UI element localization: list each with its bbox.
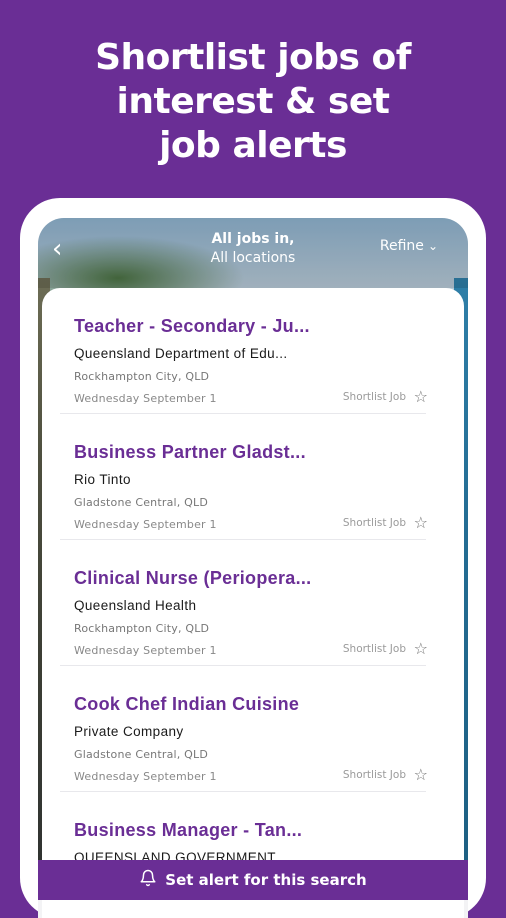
job-item[interactable]: Cook Chef Indian Cuisine Private Company…: [42, 666, 464, 792]
star-icon[interactable]: ☆: [414, 513, 428, 532]
refine-button[interactable]: Refine ⌄: [380, 238, 438, 254]
job-item[interactable]: Clinical Nurse (Periopera... Queensland …: [42, 540, 464, 666]
job-date: Wednesday September 1: [74, 770, 217, 783]
bell-icon: [139, 869, 157, 891]
shortlist-label[interactable]: Shortlist Job: [343, 769, 406, 781]
job-title[interactable]: Business Manager - Tan...: [74, 820, 434, 841]
headline-line-1: Shortlist jobs of: [95, 37, 411, 78]
shortlist-label[interactable]: Shortlist Job: [343, 517, 406, 529]
job-company: Rio Tinto: [74, 472, 131, 487]
star-icon[interactable]: ☆: [414, 765, 428, 784]
title-line-2: All locations: [210, 250, 296, 266]
job-title[interactable]: Clinical Nurse (Periopera...: [74, 568, 434, 589]
app-screen: ‹ All jobs in, All locations Refine ⌄ Tea…: [38, 218, 468, 918]
search-title: All jobs in, All locations: [178, 230, 328, 268]
headline-line-2: interest & set: [116, 81, 390, 122]
shortlist-label[interactable]: Shortlist Job: [343, 643, 406, 655]
set-alert-label: Set alert for this search: [165, 871, 367, 889]
star-icon[interactable]: ☆: [414, 639, 428, 658]
refine-label: Refine: [379, 238, 424, 254]
job-date: Wednesday September 1: [74, 644, 217, 657]
promo-headline: Shortlist jobs of interest & set job ale…: [0, 36, 506, 168]
job-item[interactable]: Teacher - Secondary - Ju... Queensland D…: [42, 288, 464, 414]
job-company: Queensland Health: [74, 598, 197, 613]
chevron-left-icon: ‹: [52, 234, 63, 264]
job-title[interactable]: Cook Chef Indian Cuisine: [74, 694, 434, 715]
job-item[interactable]: Business Partner Gladst... Rio Tinto Gla…: [42, 414, 464, 540]
job-list: Teacher - Secondary - Ju... Queensland D…: [42, 288, 464, 918]
job-company: Private Company: [74, 724, 184, 739]
back-button[interactable]: ‹: [52, 236, 62, 262]
job-location: Gladstone Central, QLD: [74, 748, 209, 761]
title-line-1: All jobs in,: [211, 231, 295, 247]
job-location: Rockhampton City, QLD: [74, 370, 210, 383]
star-icon[interactable]: ☆: [414, 387, 428, 406]
job-title[interactable]: Teacher - Secondary - Ju...: [74, 316, 434, 337]
set-alert-button[interactable]: Set alert for this search: [38, 860, 468, 900]
job-location: Rockhampton City, QLD: [74, 622, 210, 635]
chevron-down-icon: ⌄: [427, 239, 438, 253]
job-location: Gladstone Central, QLD: [74, 496, 209, 509]
shortlist-label[interactable]: Shortlist Job: [343, 391, 406, 403]
headline-line-3: job alerts: [159, 125, 347, 166]
job-date: Wednesday September 1: [74, 518, 217, 531]
job-title[interactable]: Business Partner Gladst...: [74, 442, 434, 463]
job-company: Queensland Department of Edu...: [74, 346, 288, 361]
job-date: Wednesday September 1: [74, 392, 217, 405]
